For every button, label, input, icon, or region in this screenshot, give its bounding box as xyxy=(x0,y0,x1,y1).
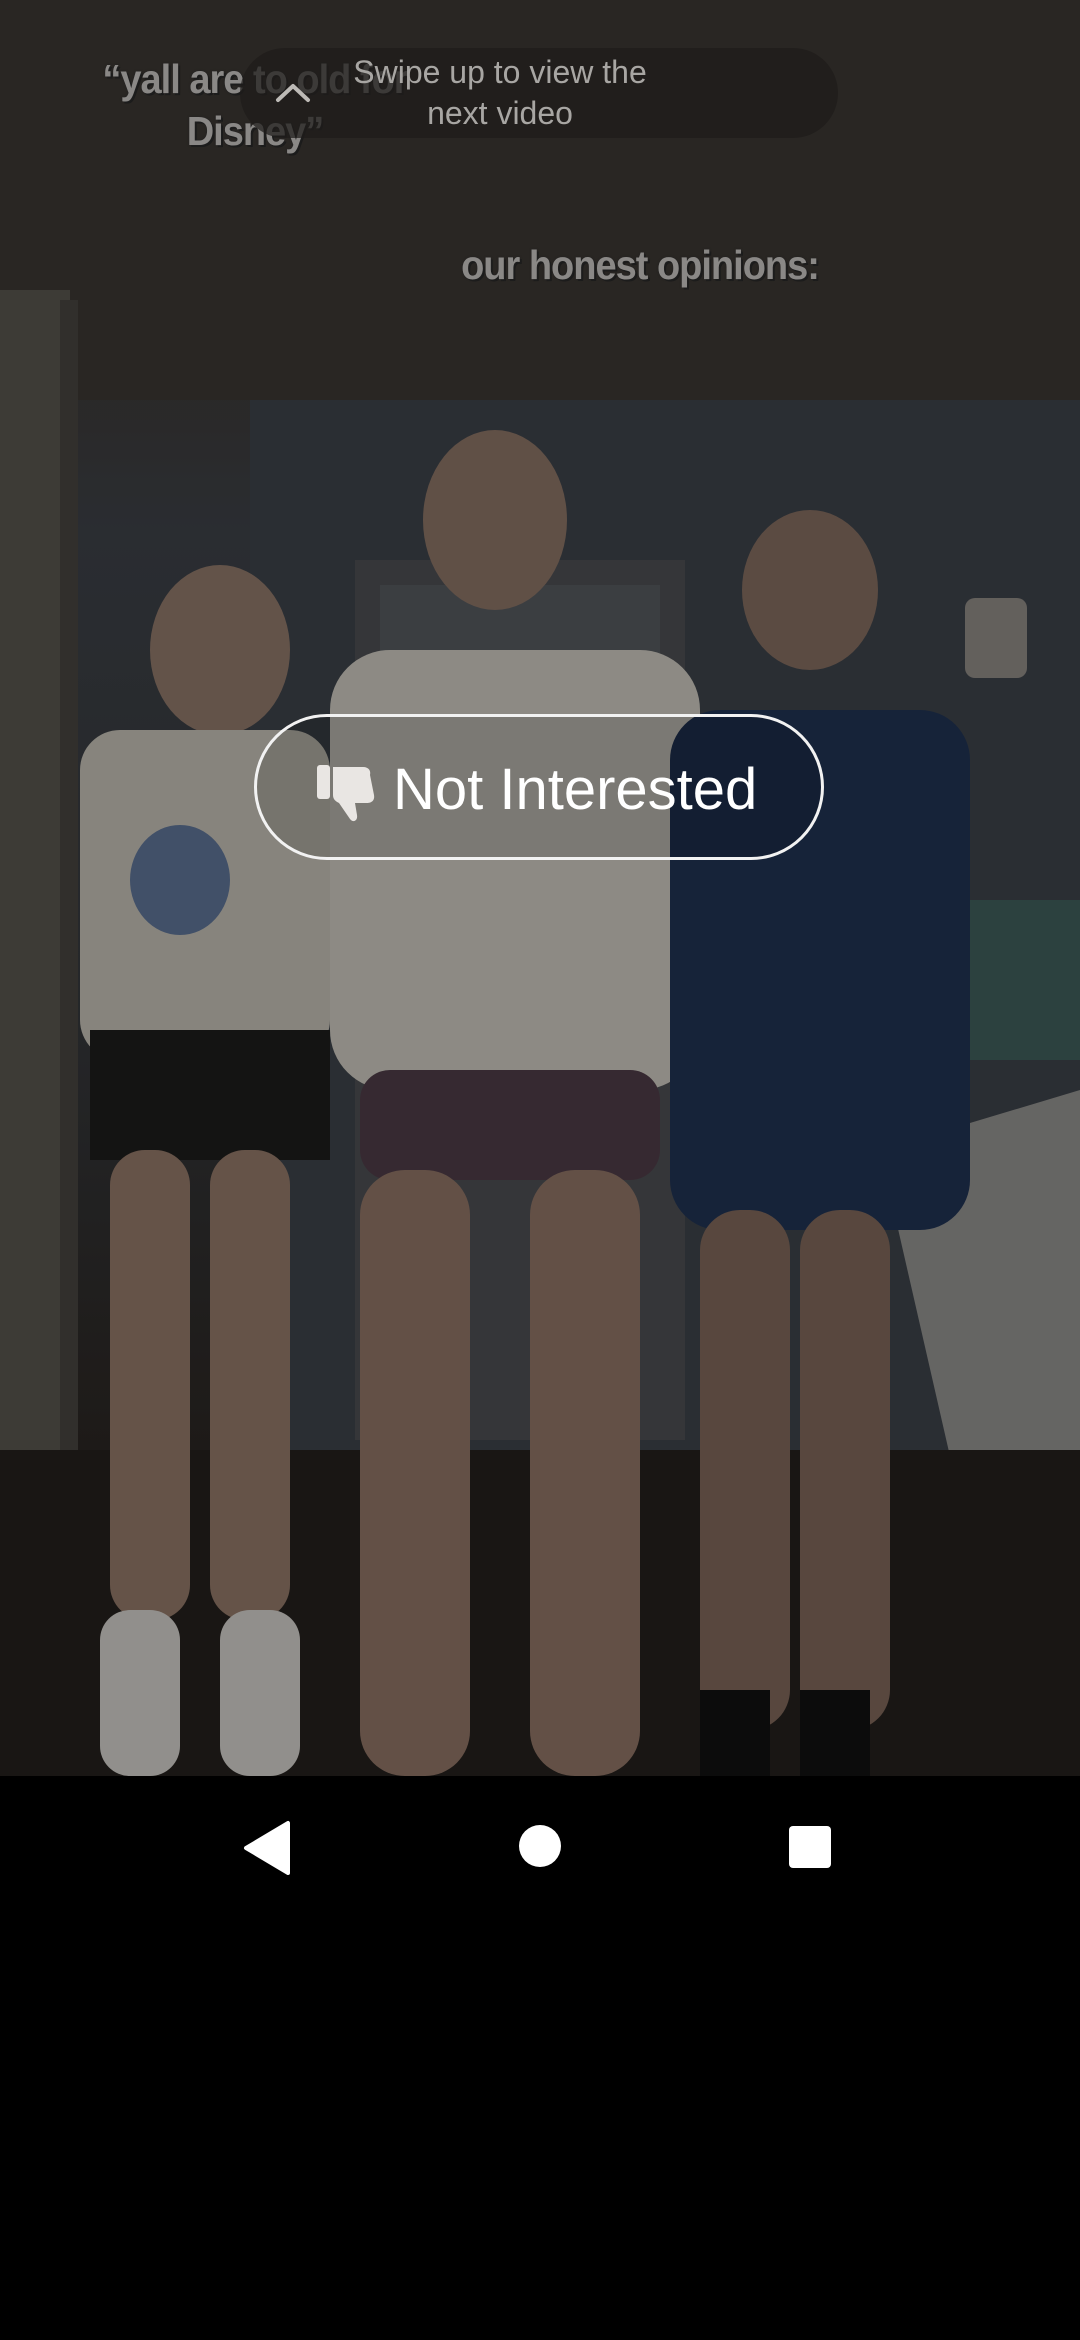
swipe-up-hint-text: Swipe up to view the next video xyxy=(353,54,647,131)
swipe-up-hint: Swipe up to view the next video xyxy=(240,48,838,138)
thumbs-down-icon xyxy=(315,761,379,825)
not-interested-label: Not Interested xyxy=(393,757,758,822)
system-navigation-bar xyxy=(0,1776,1080,1920)
video-player[interactable]: “yall are to old for Disney” our honest … xyxy=(0,0,1080,1776)
chevron-up-icon xyxy=(270,70,316,116)
home-circle-icon[interactable] xyxy=(518,1824,562,1868)
not-interested-button[interactable]: Not Interested xyxy=(254,714,824,860)
recents-square-icon[interactable] xyxy=(788,1825,832,1869)
back-triangle-icon[interactable] xyxy=(242,1820,292,1876)
screen: “yall are to old for Disney” our honest … xyxy=(0,0,1080,2340)
video-caption-middle: our honest opinions: xyxy=(461,243,820,289)
